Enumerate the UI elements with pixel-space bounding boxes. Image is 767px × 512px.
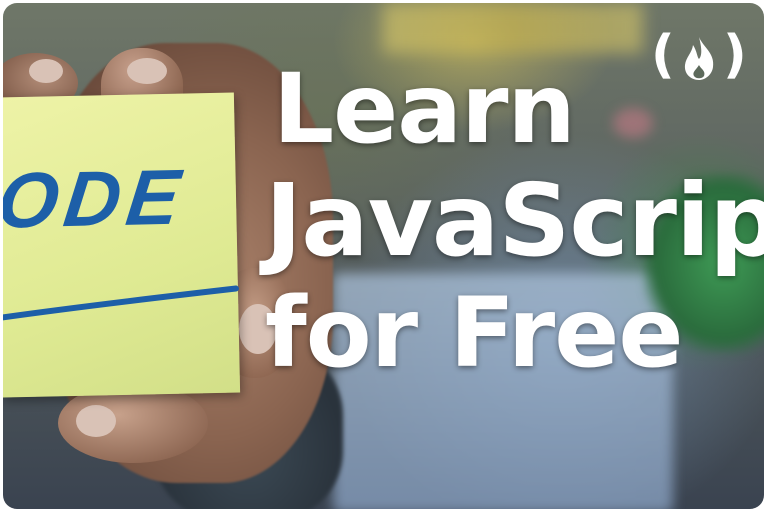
thumbnail-image: ODE Learn JavaScript for Free ( ) <box>3 3 764 509</box>
sticky-note: ODE <box>3 92 241 398</box>
note-underline <box>3 285 239 321</box>
background-bunting <box>383 3 643 53</box>
headline: Learn JavaScript for Free <box>265 61 764 381</box>
flame-icon <box>684 37 714 80</box>
headline-line-2: JavaScript <box>265 162 764 279</box>
headline-line-3: for Free <box>265 277 683 389</box>
freecodecamp-logo: ( ) <box>651 25 747 85</box>
logo-right-paren: ) <box>723 25 747 85</box>
logo-left-paren: ( <box>651 25 675 85</box>
sticky-note-text: ODE <box>3 152 191 245</box>
